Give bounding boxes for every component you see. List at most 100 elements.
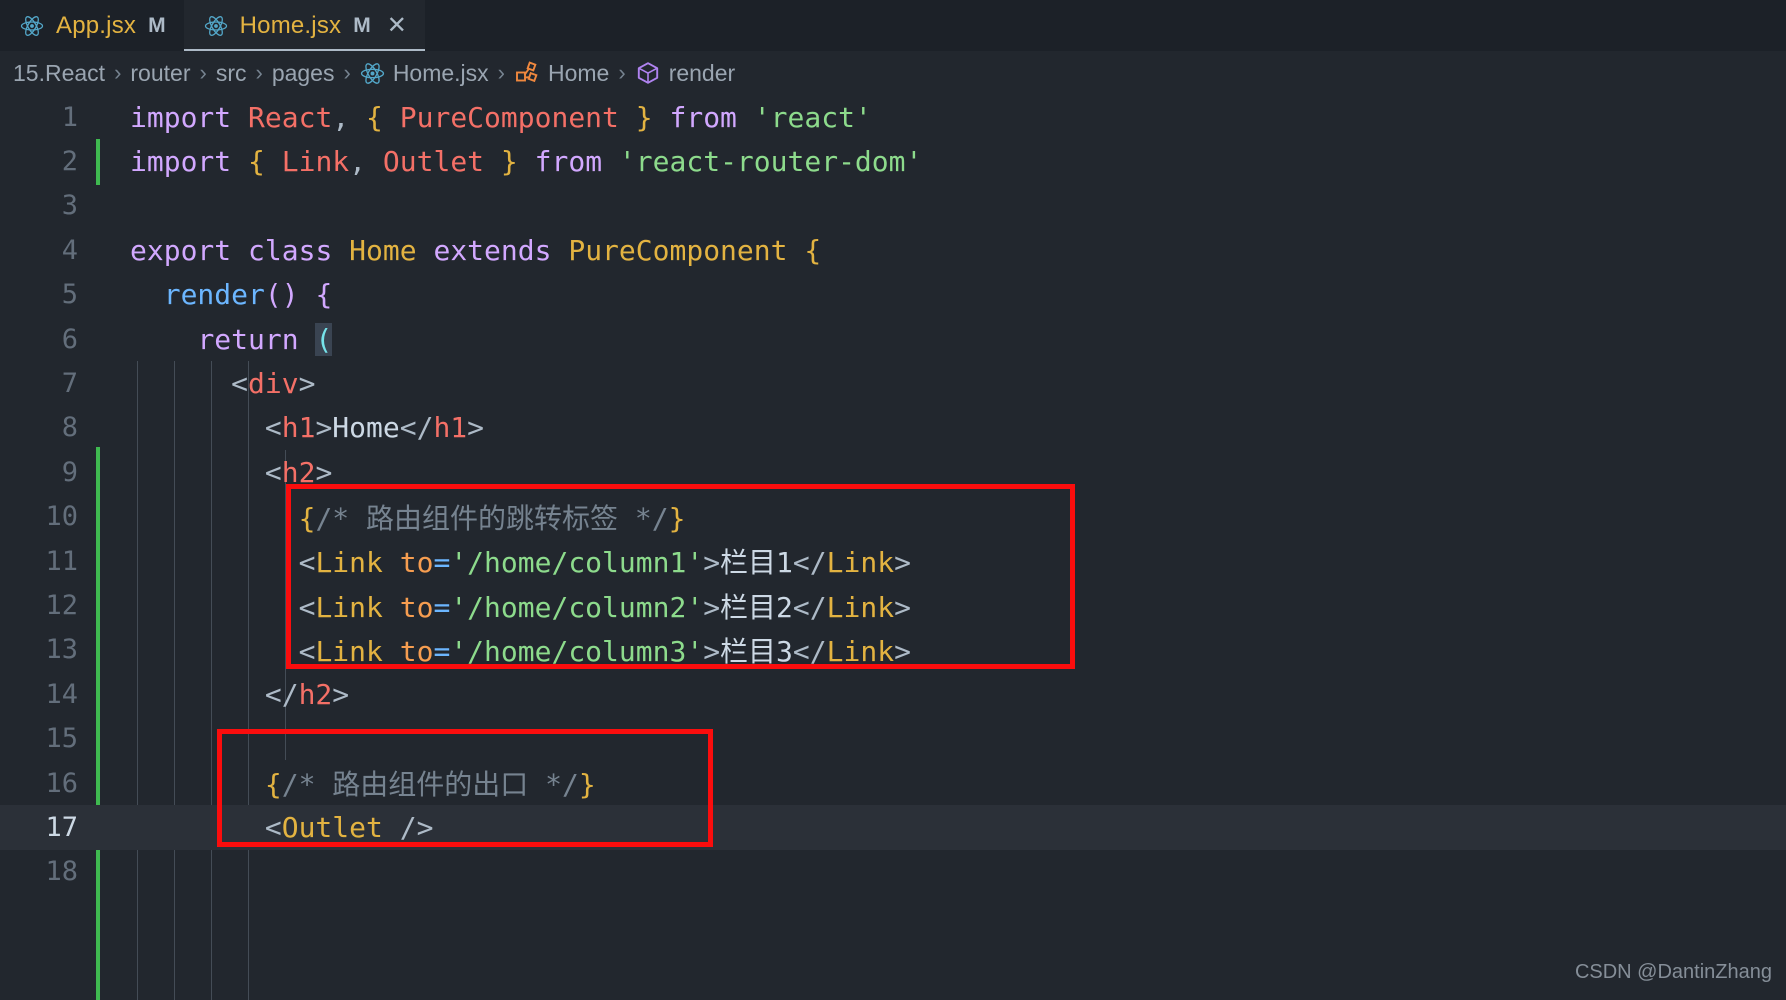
- breadcrumb-label: 15.React: [13, 59, 106, 86]
- close-icon[interactable]: ✕: [387, 13, 407, 38]
- chevron-right-icon: ›: [618, 60, 626, 85]
- breadcrumb-item-pages[interactable]: pages: [272, 60, 335, 87]
- code-token: </: [792, 546, 827, 580]
- code-line[interactable]: 1 import React, { PureComponent } from 'r…: [0, 95, 1786, 139]
- code-token: h2: [281, 455, 316, 489]
- code-token: <: [231, 367, 249, 401]
- code-token: h1: [433, 411, 468, 445]
- chevron-right-icon: ›: [255, 60, 263, 85]
- line-content: render() {: [92, 278, 333, 312]
- code-token: Link: [826, 546, 895, 580]
- code-token: from: [534, 145, 603, 179]
- react-icon: [204, 14, 228, 38]
- code-token: h1: [281, 411, 316, 445]
- line-content: <Link to='/home/column1'>栏目1</Link>: [92, 541, 911, 581]
- breadcrumb-item-src[interactable]: src: [216, 60, 247, 87]
- code-token: class: [248, 233, 333, 267]
- line-number: 6: [61, 323, 78, 355]
- code-token: '/home/column1': [450, 546, 704, 580]
- code-token: </: [399, 411, 434, 445]
- code-token: <: [264, 811, 282, 845]
- breadcrumb-item-router[interactable]: router: [130, 60, 190, 87]
- code-line[interactable]: 3: [0, 184, 1786, 228]
- code-token: extends: [433, 233, 552, 267]
- code-line[interactable]: 8 <h1>Home</h1>: [0, 406, 1786, 450]
- breadcrumb-item-method[interactable]: render: [635, 60, 735, 87]
- code-line[interactable]: 9 <h2>: [0, 450, 1786, 494]
- code-line[interactable]: 6 return (: [0, 317, 1786, 361]
- code-token: (): [264, 278, 299, 312]
- breadcrumb-label: pages: [271, 59, 335, 86]
- chevron-right-icon: ›: [114, 60, 122, 85]
- code-token: >: [703, 590, 721, 624]
- code-line[interactable]: 7 <div>: [0, 361, 1786, 405]
- code-token: >: [703, 546, 721, 580]
- code-token: '/home/column3': [450, 634, 704, 668]
- code-token: to: [399, 634, 434, 668]
- code-token: >: [332, 677, 350, 711]
- code-editor[interactable]: 1 import React, { PureComponent } from 'r…: [0, 95, 1786, 1000]
- code-token: PureComponent: [399, 100, 619, 134]
- breadcrumb-item-file[interactable]: Home.jsx: [360, 60, 489, 87]
- code-token: export: [130, 233, 232, 267]
- code-line[interactable]: 5 render() {: [0, 273, 1786, 317]
- code-line[interactable]: 12 <Link to='/home/column2'>栏目2</Link>: [0, 583, 1786, 627]
- line-number: 1: [61, 101, 78, 133]
- code-token: </: [264, 677, 299, 711]
- tab-app-jsx[interactable]: App.jsx M: [0, 0, 184, 51]
- code-token: <: [298, 546, 316, 580]
- breadcrumb-label: src: [215, 59, 247, 86]
- code-token: >: [315, 411, 333, 445]
- code-line[interactable]: 11 <Link to='/home/column1'>栏目1</Link>: [0, 539, 1786, 583]
- code-line[interactable]: 18: [0, 850, 1786, 894]
- code-token: 栏目3: [720, 634, 793, 668]
- code-token: 'react-router-dom': [618, 145, 923, 179]
- line-content: import { Link, Outlet } from 'react-rout…: [92, 145, 922, 178]
- code-line[interactable]: 10 {/* 路由组件的跳转标签 */}: [0, 495, 1786, 539]
- code-token: {: [366, 100, 383, 134]
- code-token: >: [467, 411, 485, 445]
- code-token: >: [894, 590, 911, 624]
- code-line[interactable]: 2 import { Link, Outlet } from 'react-rou…: [0, 139, 1786, 183]
- code-line[interactable]: 16 {/* 路由组件的出口 */}: [0, 761, 1786, 805]
- breadcrumb-item-project[interactable]: 15.React: [13, 60, 105, 87]
- code-token: {: [804, 233, 822, 267]
- code-token: }: [668, 501, 686, 535]
- code-token: from: [669, 100, 737, 134]
- code-line[interactable]: 14 </h2>: [0, 672, 1786, 716]
- line-content: export class Home extends PureComponent …: [92, 234, 821, 267]
- breadcrumb-label: render: [668, 59, 736, 86]
- line-content: <h1>Home</h1>: [92, 411, 484, 444]
- code-token: 'react': [753, 100, 872, 134]
- breadcrumb-item-class[interactable]: Home: [514, 60, 609, 87]
- code-line[interactable]: 13 <Link to='/home/column3'>栏目3</Link>: [0, 628, 1786, 672]
- line-content: <Link to='/home/column3'>栏目3</Link>: [92, 630, 911, 670]
- code-line[interactable]: 17 <Outlet />: [0, 805, 1786, 850]
- code-token: }: [500, 145, 518, 179]
- code-line[interactable]: 15: [0, 717, 1786, 761]
- breadcrumb-label: Home: [548, 59, 610, 86]
- code-line[interactable]: 4 export class Home extends PureComponent…: [0, 228, 1786, 272]
- tab-home-jsx[interactable]: Home.jsx M ✕: [183, 0, 426, 51]
- tab-dirty-badge: M: [148, 13, 166, 37]
- code-token: 栏目1: [720, 546, 793, 580]
